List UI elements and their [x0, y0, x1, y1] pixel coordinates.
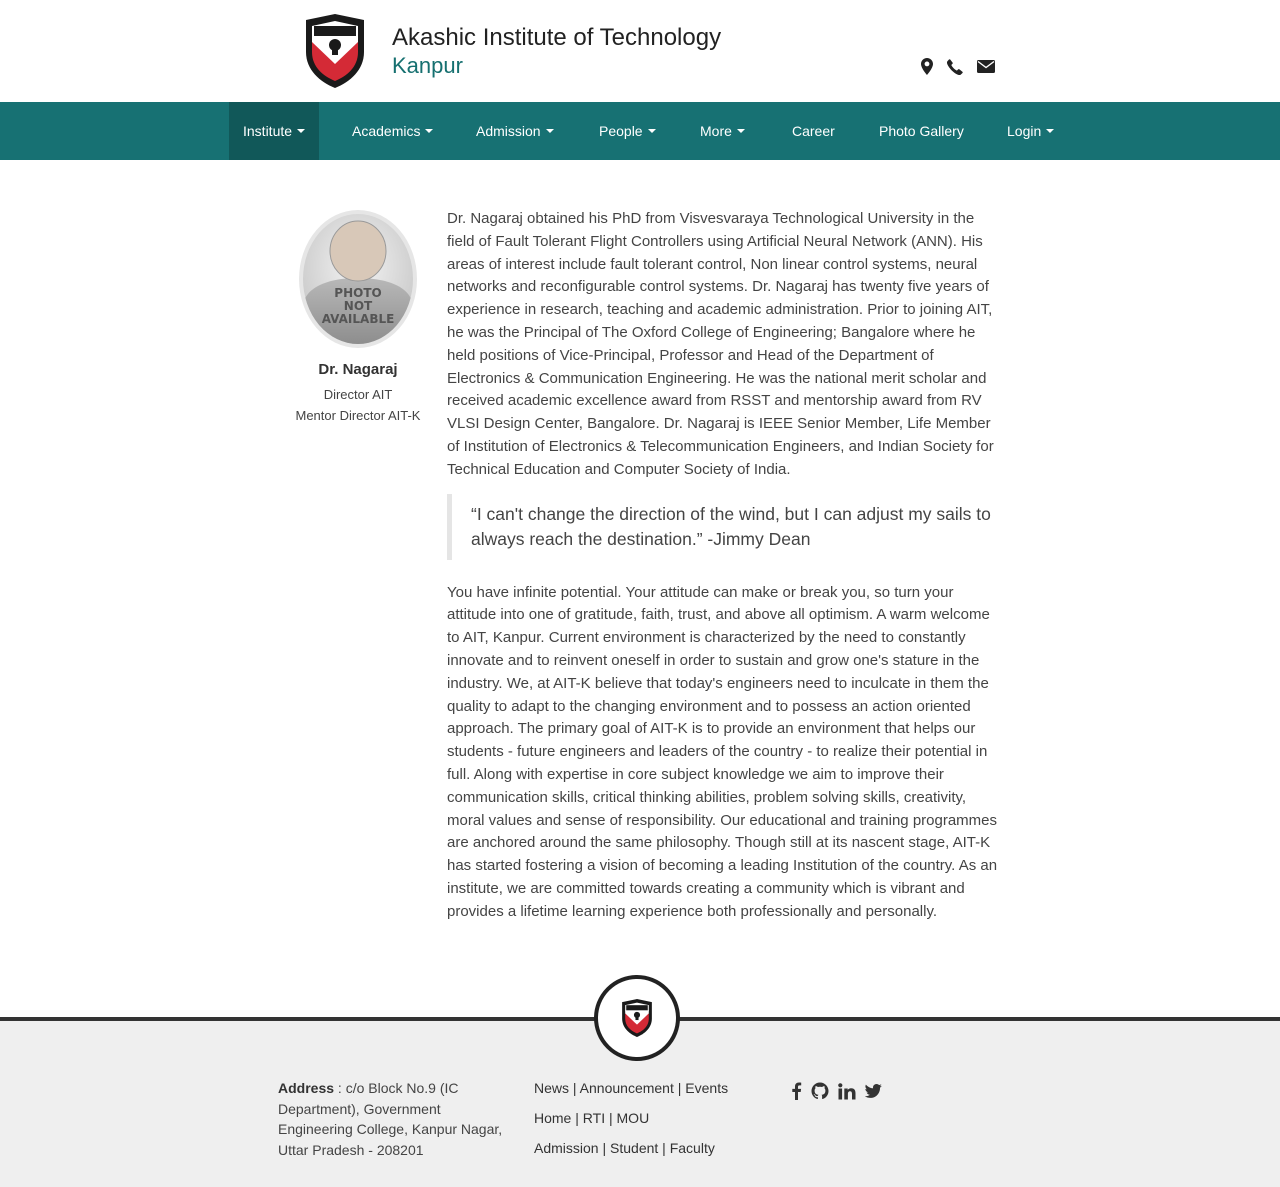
main-nav: Institute Academics Admission People Mor… [0, 102, 1280, 160]
envelope-icon[interactable] [977, 59, 995, 74]
nav-item-people[interactable]: People [585, 102, 670, 160]
brand-title: Akashic Institute of Technology [392, 24, 722, 51]
footer-link-home[interactable]: Home [534, 1110, 571, 1126]
footer-link-news[interactable]: News [534, 1080, 569, 1096]
footer-link-rti[interactable]: RTI [583, 1110, 605, 1126]
welcome-message: You have infinite potential. Your attitu… [447, 583, 998, 920]
bio-paragraph: Dr. Nagaraj obtained his PhD from Visves… [447, 210, 994, 478]
footer-links: News | Announcement | Events Home | RTI … [534, 1078, 728, 1168]
footer-link-admission[interactable]: Admission [534, 1140, 599, 1156]
twitter-icon[interactable] [865, 1084, 882, 1098]
profile-roles: Director AIT Mentor Director AIT-K [290, 384, 426, 426]
link-separator: | [575, 1110, 579, 1126]
profile-name: Dr. Nagaraj [318, 361, 398, 378]
nav-item-admission[interactable]: Admission [462, 102, 568, 160]
caret-down-icon [647, 129, 656, 134]
nav-item-login[interactable]: Login [993, 102, 1068, 160]
site-header: Akashic Institute of Technology Kanpur [0, 0, 1280, 102]
footer-link-mou[interactable]: MOU [617, 1110, 650, 1126]
brand-subtitle: Kanpur [392, 53, 463, 78]
quote-block: “I can't change the direction of the win… [447, 493, 1003, 560]
footer-shield-logo [622, 999, 652, 1037]
brand[interactable]: Akashic Institute of Technology Kanpur [392, 24, 721, 80]
link-separator: | [572, 1080, 577, 1096]
photo-text-line-3: AVAILABLE [322, 312, 395, 326]
contact-icons [921, 58, 995, 75]
nav-item-career[interactable]: Career [778, 102, 849, 160]
caret-down-icon [297, 129, 306, 134]
footer-link-faculty[interactable]: Faculty [670, 1140, 715, 1156]
footer-link-student[interactable]: Student [610, 1140, 658, 1156]
nav-item-institute[interactable]: Institute [229, 102, 320, 160]
institute-logo[interactable] [300, 12, 370, 90]
nav-item-photo-gallery[interactable]: Photo Gallery [865, 102, 978, 160]
social-icons [791, 1082, 882, 1100]
caret-down-icon [736, 129, 745, 134]
linkedin-icon[interactable] [838, 1082, 856, 1100]
profile-role-1: Director AIT [323, 387, 393, 402]
caret-down-icon [1046, 129, 1055, 134]
github-icon[interactable] [811, 1082, 829, 1100]
caret-down-icon [545, 129, 554, 134]
photo-text-line-2: NOT [344, 299, 373, 313]
link-separator: | [608, 1110, 613, 1126]
profile-role-2: Mentor Director AIT-K [295, 408, 421, 423]
footer-logo[interactable] [594, 975, 680, 1061]
footer-link-events[interactable]: Events [685, 1080, 728, 1096]
footer-link-announcement[interactable]: Announcement [580, 1080, 674, 1096]
link-separator: | [662, 1140, 666, 1156]
photo-text-line-1: PHOTO [334, 286, 381, 300]
link-separator: | [677, 1080, 682, 1096]
facebook-icon[interactable] [791, 1082, 802, 1100]
map-marker-icon[interactable] [921, 58, 933, 75]
phone-icon[interactable] [947, 58, 963, 75]
nav-item-more[interactable]: More [686, 102, 759, 160]
main-content: Dr. Nagaraj obtained his PhD from Visves… [447, 208, 1003, 924]
nav-item-academics[interactable]: Academics [338, 102, 447, 160]
link-separator: | [602, 1140, 607, 1156]
profile-photo-placeholder: PHOTO NOT AVAILABLE [299, 210, 417, 348]
address-label: Address [278, 1080, 335, 1096]
caret-down-icon [425, 129, 434, 134]
footer-address: Address : c/o Block No.9 (IC Department)… [278, 1078, 518, 1160]
